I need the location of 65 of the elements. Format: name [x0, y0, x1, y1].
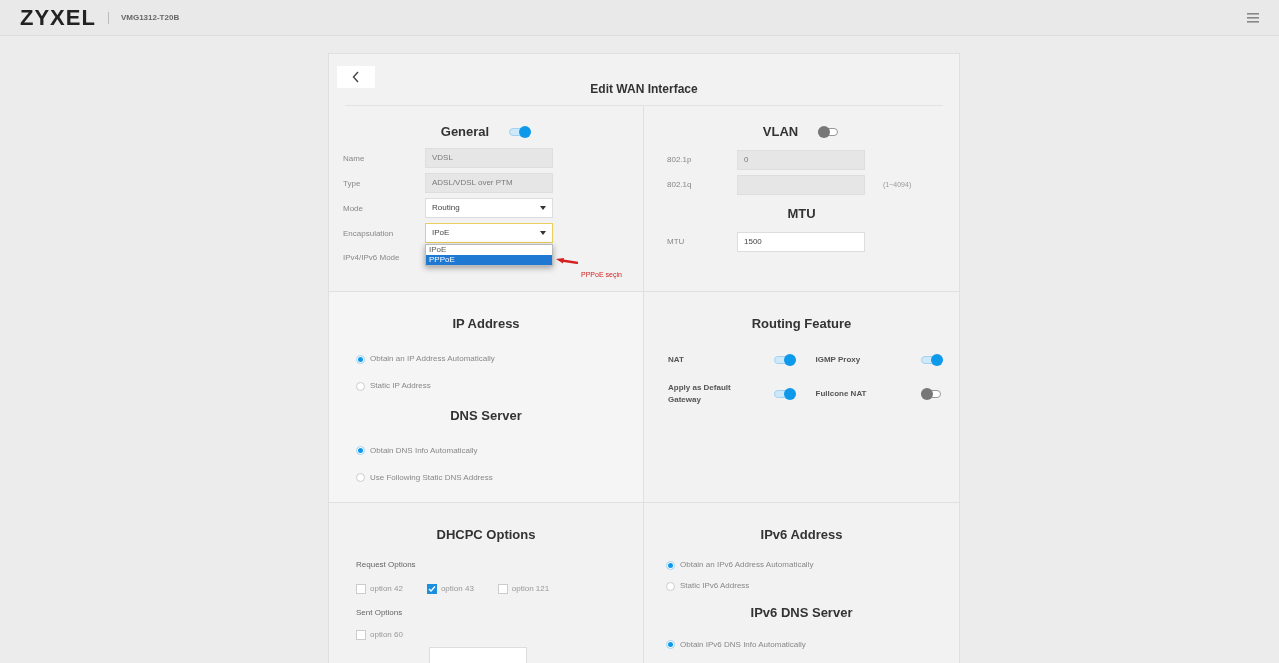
section-heading: IPv6 DNS Server	[750, 603, 853, 622]
model-name: VMG1312-T20B	[120, 11, 180, 24]
option-label: option 43	[440, 582, 474, 595]
input-field[interactable]: 1500	[737, 231, 865, 252]
field-label: IPv4/IPv6 Mode	[343, 251, 401, 264]
checkbox[interactable]	[356, 629, 366, 640]
toggle-switch[interactable]	[773, 353, 796, 366]
radio-button[interactable]	[666, 581, 675, 591]
radio-button[interactable]	[356, 473, 365, 482]
page-title: Edit WAN Interface	[590, 80, 698, 98]
toggle-label: NAT	[668, 353, 685, 366]
input-field[interactable]	[429, 646, 527, 663]
checkbox[interactable]	[356, 583, 366, 594]
menu-icon[interactable]	[1247, 12, 1259, 23]
toggle-label: Fullcone NAT	[815, 387, 868, 400]
caret-icon	[540, 230, 546, 235]
caret-icon	[540, 205, 546, 210]
dropdown-option[interactable]: PPPoE	[426, 254, 552, 265]
option-label: Obtain an IPv6 Address Automatically	[680, 559, 814, 571]
toggle-label: Apply as Default Gateway	[668, 381, 732, 406]
field-label: 802.1q	[667, 179, 693, 191]
radio-button[interactable]	[356, 381, 365, 391]
radio-button[interactable]	[356, 446, 365, 455]
radio-button[interactable]	[666, 640, 675, 649]
section-heading: DHCPC Options	[436, 526, 536, 544]
checkbox[interactable]	[497, 583, 508, 594]
toggle-switch[interactable]	[921, 353, 943, 366]
field-label: Encapsulation	[343, 227, 395, 240]
dropdown[interactable]: Routing	[425, 197, 553, 218]
field-label: Mode	[343, 202, 364, 215]
section-label: Sent Options	[356, 606, 404, 619]
section-heading: General	[440, 123, 490, 141]
field-label: MTU	[667, 235, 686, 248]
section-heading: VLAN	[762, 123, 799, 141]
option-label: Static IPv6 Address	[680, 580, 750, 592]
dropdown[interactable]: IPoE	[425, 222, 553, 243]
radio-button[interactable]	[666, 560, 675, 570]
toggle-switch[interactable]	[509, 125, 532, 138]
option-label: option 60	[370, 628, 403, 641]
option-label: option 121	[511, 582, 550, 595]
option-label: Static IP Address	[370, 380, 431, 392]
option-label: Use Following Static DNS Address	[370, 471, 493, 484]
back-button[interactable]	[337, 66, 375, 88]
checkbox[interactable]	[426, 583, 437, 594]
field-label: Type	[343, 177, 362, 190]
toggle-switch[interactable]	[773, 387, 796, 400]
option-label: Obtain IPv6 DNS Info Automatically	[680, 638, 806, 651]
section-heading: DNS Server	[450, 406, 522, 425]
chevron-left-icon	[352, 71, 360, 83]
option-label: Obtain an IP Address Automatically	[370, 353, 495, 365]
annotation-arrow	[556, 258, 578, 264]
section-heading: Routing Feature	[751, 315, 852, 333]
section-heading: IPv6 Address	[760, 526, 843, 544]
section-heading: MTU	[787, 204, 816, 223]
dropdown-option[interactable]: IPoE	[426, 244, 552, 255]
brand-logo: ZYXEL	[20, 4, 96, 32]
option-label: Obtain DNS Info Automatically	[370, 444, 478, 457]
radio-button[interactable]	[356, 354, 365, 364]
toggle-label: IGMP Proxy	[815, 353, 862, 366]
section-label: Request Options	[356, 558, 417, 571]
field-label: Name	[343, 152, 366, 165]
section-heading: IP Address	[452, 315, 520, 333]
option-label: option 42	[370, 582, 403, 595]
toggle-switch[interactable]	[921, 387, 943, 400]
field-label: 802.1p	[667, 154, 693, 166]
